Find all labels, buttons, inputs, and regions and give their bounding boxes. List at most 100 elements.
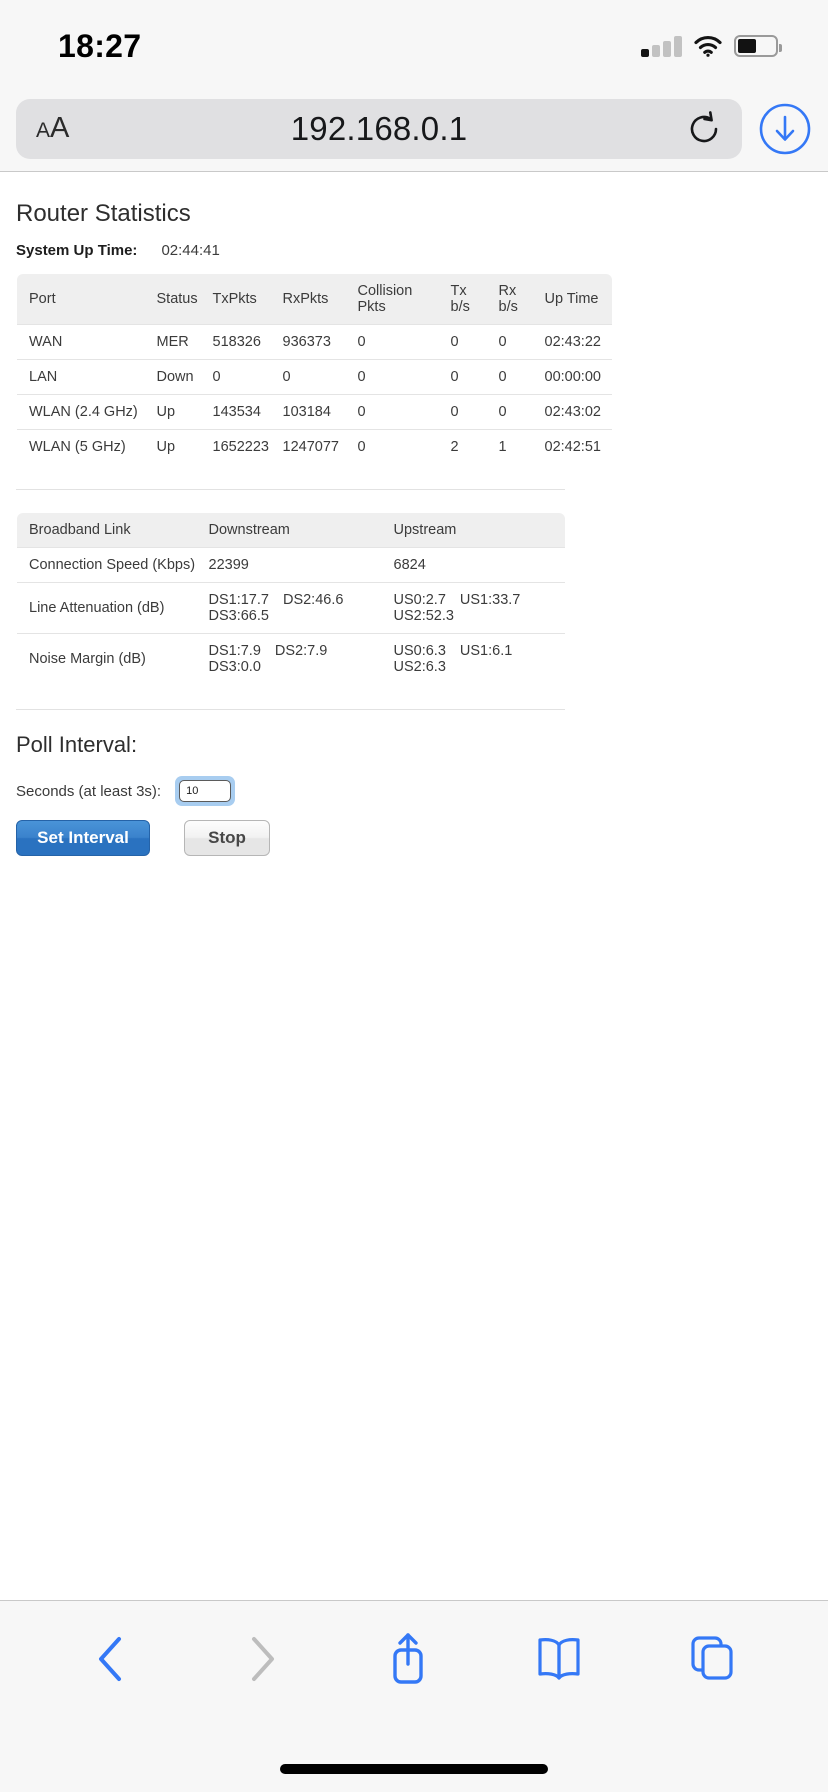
downstream-value: DS2:7.9 (274, 643, 328, 659)
download-icon[interactable] (758, 102, 812, 156)
broadband-col-header: Broadband Link (17, 513, 197, 548)
table-header-row: Broadband Link Downstream Upstream (17, 513, 565, 548)
upstream-value: US2:6.3 (393, 659, 446, 675)
cell-upstream: 6824 (381, 547, 565, 583)
cell-tx-bs: 0 (438, 359, 487, 395)
cell-tx-pkts: 143534 (200, 394, 271, 430)
upstream-value: US0:6.3 (393, 643, 446, 659)
router-stats-table: Port Status TxPkts RxPkts Collision Pkts Tx b… (16, 273, 613, 465)
table-row: WLAN (2.4 GHz) Up 143534 103184 0 0 0 02:43:02 (17, 394, 612, 430)
cell-status: Down (144, 359, 201, 395)
poll-interval-buttons: Set Interval Stop (16, 820, 812, 856)
cell-collision-pkts: 0 (345, 324, 439, 360)
cellular-signal-icon (641, 35, 682, 57)
section-divider-2 (16, 709, 565, 710)
table-row: WAN MER 518326 936373 0 0 0 02:43:22 (17, 324, 612, 360)
cell-rx-bs: 0 (486, 359, 533, 395)
system-up-time-label: System Up Time: (16, 242, 138, 259)
cell-rx-bs: 0 (486, 324, 533, 360)
browser-address-bar: AA 192.168.0.1 (0, 86, 828, 172)
cell-status: Up (144, 429, 201, 464)
seconds-label: Seconds (at least 3s): (16, 782, 162, 800)
cell-status: Up (144, 394, 201, 430)
cell-rx-pkts: 1247077 (270, 429, 346, 464)
upstream-value: US1:33.7 (459, 592, 521, 608)
cell-upstream: US0:6.3 US1:6.1 US2:6.3 (381, 633, 565, 684)
cell-downstream: DS1:17.7 DS2:46.6 DS3:66.5 (196, 582, 382, 634)
cell-metric-label: Noise Margin (dB) (17, 633, 197, 684)
cell-tx-bs: 2 (438, 429, 487, 464)
cell-tx-pkts: 518326 (200, 324, 271, 360)
cell-rx-bs: 1 (486, 429, 533, 464)
table-row: LAN Down 0 0 0 0 0 00:00:00 (17, 359, 612, 395)
battery-icon (734, 35, 782, 57)
broadband-link-table: Broadband Link Downstream Upstream Connect… (16, 512, 566, 685)
cell-downstream: 22399 (196, 547, 382, 583)
cell-metric-label: Connection Speed (Kbps) (17, 547, 197, 583)
downstream-value: 22399 (208, 557, 249, 573)
browser-bottom-toolbar (0, 1600, 828, 1792)
status-bar-clock: 18:27 (58, 27, 142, 64)
cell-downstream: DS1:7.9 DS2:7.9 DS3:0.0 (196, 633, 382, 684)
status-bar: 18:27 (0, 0, 828, 86)
cell-port: WLAN (5 GHz) (17, 429, 145, 464)
table-row: WLAN (5 GHz) Up 1652223 1247077 0 2 1 02:42:51 (17, 429, 612, 464)
forward-chevron-icon (238, 1633, 282, 1690)
system-up-time-value: 02:44:41 (161, 242, 220, 259)
stats-col-header: Up Time (532, 274, 612, 325)
cell-status: MER (144, 324, 201, 360)
bookmarks-icon[interactable] (534, 1637, 584, 1686)
downstream-value: DS2:46.6 (282, 592, 344, 608)
stats-col-header: Port (17, 274, 145, 325)
table-header-row: Port Status TxPkts RxPkts Collision Pkts Tx b… (17, 274, 612, 325)
stop-button[interactable]: Stop (184, 820, 270, 856)
reload-icon[interactable] (686, 110, 722, 147)
cell-port: LAN (17, 359, 145, 395)
cell-rx-pkts: 0 (270, 359, 346, 395)
cell-up-time: 00:00:00 (532, 359, 612, 395)
cell-tx-bs: 0 (438, 394, 487, 430)
poll-interval-heading: Poll Interval: (16, 732, 138, 757)
cell-up-time: 02:43:22 (532, 324, 612, 360)
home-indicator (280, 1764, 548, 1774)
stats-col-header: RxPkts (270, 274, 346, 325)
upstream-value: 6824 (393, 557, 426, 573)
stats-col-header: Tx b/s (438, 274, 487, 325)
cell-collision-pkts: 0 (345, 394, 439, 430)
system-up-time: System Up Time: 02:44:41 (16, 242, 812, 259)
cell-tx-pkts: 0 (200, 359, 271, 395)
cell-tx-pkts: 1652223 (200, 429, 271, 464)
share-icon[interactable] (384, 1631, 432, 1692)
downstream-value: DS1:17.7 (208, 592, 269, 608)
downstream-value: DS3:0.0 (208, 659, 261, 675)
broadband-col-header: Upstream (381, 513, 565, 548)
seconds-input-focus-ring: 10 (175, 776, 236, 806)
table-row: Line Attenuation (dB) DS1:17.7 DS2:46.6 DS3… (17, 582, 565, 634)
cell-port: WAN (17, 324, 145, 360)
wifi-icon (693, 35, 723, 57)
cell-upstream: US0:2.7 US1:33.7 US2:52.3 (381, 582, 565, 634)
cell-rx-pkts: 936373 (270, 324, 346, 360)
cell-up-time: 02:43:02 (532, 394, 612, 430)
table-row: Noise Margin (dB) DS1:7.9 DS2:7.9 DS3:0.0 US… (17, 633, 565, 684)
downstream-value: DS1:7.9 (208, 643, 261, 659)
upstream-value: US1:6.1 (459, 643, 513, 659)
seconds-input[interactable]: 10 (179, 780, 232, 802)
cell-port: WLAN (2.4 GHz) (17, 394, 145, 430)
stats-col-header: Status (144, 274, 201, 325)
back-chevron-icon[interactable] (91, 1633, 135, 1690)
section-divider (16, 489, 565, 490)
cell-metric-label: Line Attenuation (dB) (17, 582, 197, 634)
cell-collision-pkts: 0 (345, 359, 439, 395)
cell-up-time: 02:42:51 (532, 429, 612, 464)
status-bar-indicators (641, 35, 782, 57)
broadband-col-header: Downstream (196, 513, 382, 548)
url-field[interactable]: AA 192.168.0.1 (16, 98, 742, 159)
upstream-value: US2:52.3 (393, 608, 454, 624)
page-title: Router Statistics (16, 200, 191, 227)
cell-collision-pkts: 0 (345, 429, 439, 464)
set-interval-button[interactable]: Set Interval (16, 820, 150, 856)
tabs-icon[interactable] (687, 1635, 737, 1688)
url-text[interactable]: 192.168.0.1 (16, 110, 742, 148)
cell-rx-pkts: 103184 (270, 394, 346, 430)
